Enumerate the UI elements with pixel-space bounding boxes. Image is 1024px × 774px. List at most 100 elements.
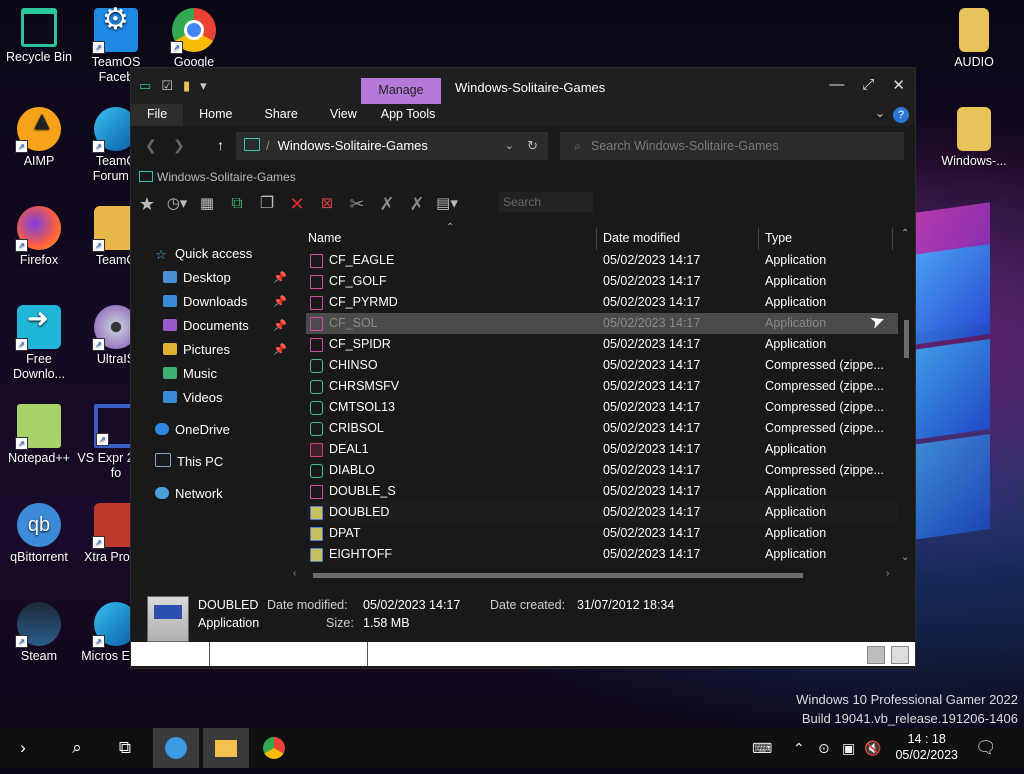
tab-app-tools[interactable]: App Tools	[373, 104, 452, 126]
taskbar-app-file-explorer[interactable]	[203, 728, 249, 768]
cut-icon[interactable]: ✂	[345, 192, 369, 216]
nav-videos[interactable]: Videos	[163, 388, 223, 408]
desktop-icon-audio-folder[interactable]: AUDIO	[935, 8, 1013, 70]
search-icon[interactable]: ⌕	[54, 728, 100, 768]
scrollbar-thumb[interactable]	[313, 573, 803, 578]
column-divider[interactable]	[892, 228, 893, 250]
search-input[interactable]: ⌕ Search Windows-Solitaire-Games	[560, 132, 904, 160]
nav-network[interactable]: Network	[155, 484, 223, 504]
delete-icon[interactable]: ✕	[285, 192, 309, 216]
file-row[interactable]: CHINSO 05/02/2023 14:17 Compressed (zippe.…	[306, 355, 898, 376]
file-row[interactable]: CMTSOL13 05/02/2023 14:17 Compressed (zipp…	[306, 397, 898, 418]
tab-file[interactable]: File	[131, 104, 184, 126]
pin-icon[interactable]: 📌	[273, 316, 287, 336]
tab-manage[interactable]: Manage	[361, 78, 441, 104]
copy-icon[interactable]: ❐	[255, 192, 279, 216]
chevron-up-icon[interactable]: ⌃	[793, 728, 805, 768]
start-chevron-icon[interactable]: ›	[0, 728, 46, 768]
pin-icon[interactable]: 📌	[273, 268, 287, 288]
file-row[interactable]: CF_PYRMD 05/02/2023 14:17 Application	[306, 292, 898, 313]
column-name[interactable]: Name	[308, 231, 341, 245]
desktop-icon-aimp[interactable]: ↗ ▲ AIMP	[0, 107, 78, 169]
help-icon[interactable]: ?	[893, 107, 909, 123]
breadcrumb[interactable]: Windows-Solitaire-Games	[131, 166, 915, 188]
column-divider[interactable]	[596, 228, 597, 250]
file-row[interactable]: CF_EAGLE 05/02/2023 14:17 Application	[306, 250, 898, 271]
nav-documents[interactable]: Documents 📌	[163, 316, 287, 336]
desktop-icon-free-download[interactable]: ↗ ➜ Free Downlo...	[0, 305, 78, 382]
desktop-icon-recycle-bin[interactable]: Recycle Bin	[0, 8, 78, 65]
customize-qat-icon[interactable]: ▾	[200, 78, 207, 94]
pin-icon[interactable]: 📌	[273, 292, 287, 312]
desktop-icon-windows-folder[interactable]: Windows-...	[935, 107, 1013, 169]
file-row[interactable]: DPAT 05/02/2023 14:17 Application	[306, 523, 898, 544]
column-divider[interactable]	[758, 228, 759, 250]
notifications-icon[interactable]: 🗨	[975, 728, 997, 768]
properties-icon[interactable]: ☑	[161, 78, 173, 94]
minimize-icon[interactable]: —	[829, 76, 844, 94]
forward-arrow-icon[interactable]: ❯	[173, 137, 185, 154]
nav-onedrive[interactable]: OneDrive	[155, 420, 230, 440]
network-icon[interactable]: ▣	[842, 728, 855, 768]
pin-icon[interactable]: 📌	[273, 340, 287, 360]
file-row[interactable]: CF_SPIDR 05/02/2023 14:17 Application	[306, 334, 898, 355]
scroll-down-icon[interactable]: ⌄	[901, 552, 909, 563]
desktop-icon-notepadpp[interactable]: ↗ Notepad++	[0, 404, 78, 466]
keyboard-icon[interactable]: ⌨	[752, 728, 772, 768]
tab-home[interactable]: Home	[183, 104, 248, 126]
move-icon[interactable]: ⧉	[225, 192, 249, 216]
file-row[interactable]: DIABLO 05/02/2023 14:17 Compressed (zippe.…	[306, 460, 898, 481]
column-type[interactable]: Type	[765, 231, 792, 245]
windows-icon[interactable]: ▦	[195, 192, 219, 216]
view-options-icon[interactable]: ▤▾	[435, 192, 459, 216]
refresh-icon[interactable]: ↻	[527, 132, 538, 160]
scroll-right-icon[interactable]: ›	[886, 568, 889, 579]
file-row[interactable]: DOUBLED 05/02/2023 14:17 Application	[306, 502, 898, 523]
close-icon[interactable]: ✕	[892, 76, 905, 94]
nav-desktop[interactable]: Desktop 📌	[163, 268, 287, 288]
tab-view[interactable]: View	[314, 104, 373, 126]
file-row[interactable]: CF_SOL 05/02/2023 14:17 Application	[306, 313, 898, 334]
nav-this-pc[interactable]: This PC	[155, 452, 223, 472]
file-row[interactable]: DEAL1 05/02/2023 14:17 Application	[306, 439, 898, 460]
volume-muted-icon[interactable]: 🔇	[864, 728, 881, 768]
vertical-scrollbar[interactable]: ⌃ ⌄	[901, 228, 913, 566]
column-date-modified[interactable]: Date modified	[603, 231, 680, 245]
taskbar-app-chrome[interactable]	[251, 728, 297, 768]
nav-music[interactable]: Music	[163, 364, 217, 384]
chevron-down-icon[interactable]: ⌄	[505, 132, 514, 160]
file-row[interactable]: CHRSMSFV 05/02/2023 14:17 Compressed (zipp…	[306, 376, 898, 397]
nav-quick-access[interactable]: ☆ Quick access	[155, 244, 252, 264]
star-icon[interactable]: ★	[135, 192, 159, 216]
folder-icon[interactable]: ▭	[139, 78, 151, 94]
delete-permanent-icon[interactable]: ⊠	[315, 192, 339, 216]
file-row[interactable]: DOUBLE_S 05/02/2023 14:17 Application	[306, 481, 898, 502]
large-icons-view-icon[interactable]	[891, 646, 909, 664]
history-icon[interactable]: ◷▾	[165, 192, 189, 216]
back-arrow-icon[interactable]: ❮	[145, 137, 157, 154]
details-view-icon[interactable]	[867, 646, 885, 664]
clock[interactable]: 14 : 18 05/02/2023	[895, 731, 958, 763]
desktop-icon-steam[interactable]: ↗ Steam	[0, 602, 78, 664]
maximize-icon[interactable]: ⤢	[862, 76, 874, 94]
desktop-icon-firefox[interactable]: ↗ Firefox	[0, 206, 78, 268]
nav-downloads[interactable]: Downloads 📌	[163, 292, 287, 312]
undo-icon[interactable]: ✗	[375, 192, 399, 216]
address-bar[interactable]: / Windows-Solitaire-Games ⌄ ↻	[236, 132, 548, 160]
desktop-icon-qbittorrent[interactable]: qb qBittorrent	[0, 503, 78, 565]
scroll-left-icon[interactable]: ‹	[293, 568, 296, 579]
scroll-up-icon[interactable]: ⌃	[901, 228, 909, 239]
chevron-down-icon[interactable]: ⌄	[875, 106, 885, 120]
file-row[interactable]: CRIBSOL 05/02/2023 14:17 Compressed (zippe…	[306, 418, 898, 439]
file-row[interactable]: EIGHTOFF 05/02/2023 14:17 Application	[306, 544, 898, 565]
desktop-icon-google[interactable]: ↗ Google	[155, 8, 233, 70]
taskbar-app-browser[interactable]	[153, 728, 199, 768]
up-arrow-icon[interactable]: ↑	[217, 137, 224, 153]
redo-icon[interactable]: ✗	[405, 192, 429, 216]
nav-pictures[interactable]: Pictures 📌	[163, 340, 287, 360]
tray-app-icon[interactable]: ⊙	[818, 728, 830, 768]
new-folder-icon[interactable]: ▮	[183, 78, 190, 94]
scrollbar-thumb[interactable]	[904, 320, 909, 358]
toolbar-search-input[interactable]: Search	[499, 192, 593, 212]
task-view-icon[interactable]: ⧉	[102, 728, 148, 768]
